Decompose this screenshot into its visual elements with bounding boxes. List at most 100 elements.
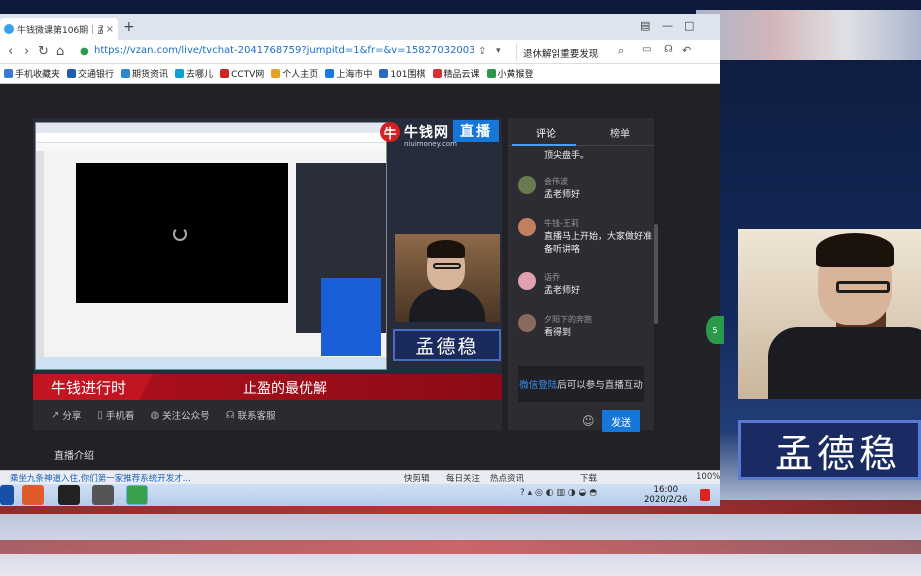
comment-panel: 评论 榜单 顶尖盘手。 会伟波 孟老师好 牛钱-王莉 直播马上开始，大家做好准备… — [508, 118, 654, 432]
host-camera-large — [738, 229, 921, 399]
site-favicon-icon — [4, 24, 14, 34]
headset-icon: ☊ — [225, 409, 235, 421]
brand-name: 牛钱网 — [404, 125, 449, 141]
undo-icon[interactable]: ↶ — [682, 44, 691, 57]
bookmark-item[interactable]: CCTV网 — [220, 67, 264, 80]
maximize-icon[interactable]: □ — [684, 19, 694, 32]
bookmark-item[interactable]: 101围棋 — [379, 67, 426, 80]
scrollbar[interactable] — [654, 224, 658, 324]
url-input[interactable]: https://vzan.com/live/tvchat-2041768759?… — [94, 45, 474, 60]
clock[interactable]: 16:00 2020/2/26 — [644, 485, 688, 505]
bookmark-item[interactable]: 交通银行 — [67, 67, 114, 80]
wechat-login-link[interactable]: 微信登陆 — [519, 377, 557, 391]
browser-window: 牛钱微课第106期｜孟德稳：... × + ▤ — □ ‹ › ↻ ⌂ ● ht… — [0, 14, 720, 506]
secure-lock-icon: ● — [80, 46, 89, 57]
search-icon[interactable]: ⌕ — [618, 44, 624, 58]
host-hair — [427, 240, 465, 258]
headphone-icon[interactable]: ☊ — [664, 44, 673, 55]
brand-domain: niuimoney.com — [404, 140, 457, 148]
topic-banner: 牛钱进行时 止盈的最优解 — [33, 374, 502, 400]
daily-follow-button[interactable]: 每日关注 — [446, 472, 480, 484]
system-tray: ? ▴ ◎ ◐ ▥ ◑ ◒ ◓ — [520, 488, 598, 498]
taskbar: ? ▴ ◎ ◐ ▥ ◑ ◒ ◓ 16:00 2020/2/26 — [0, 484, 720, 506]
notification-icon[interactable] — [700, 489, 710, 501]
bookmarks-bar: 手机收藏夹 交通银行 期货资讯 去哪儿 CCTV网 个人主页 上海市中 101围… — [0, 64, 720, 84]
bookmark-item[interactable]: 期货资讯 — [121, 67, 168, 80]
avatar — [518, 176, 536, 194]
share-button[interactable]: ↗ 分享 — [51, 408, 81, 423]
close-tab-icon[interactable]: × — [106, 24, 114, 35]
login-prompt-text: 后可以参与直播互动 — [557, 380, 643, 391]
download-button[interactable]: 下载 — [580, 472, 597, 484]
avatar — [518, 314, 536, 332]
bookmark-item[interactable]: 精品云课 — [432, 67, 480, 80]
contact-support-button[interactable]: ☊ 联系客服 — [225, 408, 276, 423]
emoji-icon[interactable]: ☺ — [582, 414, 595, 428]
background-stripe — [0, 540, 921, 554]
login-prompt: 微信登陆 后可以参与直播互动 — [518, 366, 644, 402]
taskbar-app-icon[interactable] — [22, 485, 44, 505]
bookmark-item[interactable]: 小黄猴登 — [486, 67, 534, 80]
bookmark-item[interactable]: 去哪儿 — [175, 67, 213, 80]
tab-title: 牛钱微课第106期｜孟德稳：... — [17, 25, 103, 36]
tab-comments[interactable]: 评论 — [536, 125, 556, 140]
taskbar-app-icon[interactable] — [92, 485, 114, 505]
battery-icon: ▭ — [642, 44, 652, 55]
news-ticker[interactable]: 乘坐九条神道入住,你们第一家推荐系统开发才... — [10, 472, 191, 484]
hot-news-button[interactable]: 热点资讯 — [490, 472, 524, 484]
clock-date: 2020/2/26 — [644, 495, 688, 505]
bookmark-icon — [67, 69, 77, 78]
comment-user: 牛钱-王莉 — [544, 219, 579, 228]
share-page-icon[interactable]: ⇪ — [478, 46, 486, 57]
back-icon[interactable]: ‹ — [8, 44, 13, 59]
tab-menu-icon[interactable]: ▤ — [640, 19, 650, 32]
shared-video-frame — [76, 163, 288, 303]
program-title: 牛钱进行时 — [33, 374, 153, 400]
send-button[interactable]: 发送 — [602, 410, 640, 432]
background-glow — [696, 10, 921, 60]
live-badge: 直播 — [453, 120, 499, 142]
shared-popup-menu — [321, 278, 381, 356]
home-icon[interactable]: ⌂ — [56, 44, 64, 59]
comment-tabs: 评论 榜单 — [508, 118, 654, 146]
bookmark-icon — [121, 69, 131, 78]
zoom-level[interactable]: 100% — [696, 472, 720, 482]
bookmark-item[interactable]: 个人主页 — [271, 67, 318, 80]
comment-text: 孟老师好 — [544, 286, 581, 296]
host-body — [768, 327, 921, 399]
quick-clip-button[interactable]: 快剪辑 — [404, 472, 430, 484]
dropdown-icon[interactable]: ▾ — [496, 46, 501, 56]
host-camera — [395, 234, 500, 322]
host-glasses — [433, 263, 461, 269]
forward-icon[interactable]: › — [24, 44, 29, 59]
bookmark-icon — [486, 69, 496, 78]
status-bar: 乘坐九条神道入住,你们第一家推荐系统开发才... 快剪辑 每日关注 热点资讯 下… — [0, 470, 720, 484]
refresh-icon[interactable]: ↻ — [38, 44, 49, 59]
clock-time: 16:00 — [653, 485, 679, 495]
video-actions: ↗ 分享 ▯ 手机看 ◍ 关注公众号 ☊ 联系客服 — [33, 400, 502, 430]
comment-text: 顶尖盘手。 — [544, 151, 590, 161]
video-player[interactable]: 牛 牛钱网 niuimoney.com 直播 孟德稳 牛钱进行时 止盈的最优解 — [33, 118, 502, 400]
wechat-icon: ◍ — [150, 409, 160, 421]
taskbar-app-icon[interactable] — [58, 485, 80, 505]
search-input[interactable]: 退休解읽重要发现 — [516, 43, 634, 61]
taskbar-app-icon[interactable] — [126, 485, 148, 505]
side-widget-icon[interactable]: 5 — [706, 316, 724, 344]
start-button[interactable] — [0, 485, 14, 505]
new-tab-icon[interactable]: + — [123, 19, 135, 35]
host-body — [409, 288, 485, 322]
follow-account-button[interactable]: ◍ 关注公众号 — [150, 408, 209, 423]
share-icon: ↗ — [51, 409, 60, 421]
bookmark-icon — [175, 69, 185, 78]
bookmark-item[interactable]: 上海市中 — [325, 67, 372, 80]
minimize-icon[interactable]: — — [662, 19, 673, 32]
bookmark-item[interactable]: 手机收藏夹 — [4, 67, 60, 80]
live-intro-heading[interactable]: 直播介绍 — [54, 447, 94, 462]
tab-active[interactable]: 牛钱微课第106期｜孟德稳：... × — [0, 18, 118, 40]
mobile-view-button[interactable]: ▯ 手机看 — [97, 408, 134, 423]
tab-ranking[interactable]: 榜单 — [610, 125, 630, 140]
phone-icon: ▯ — [97, 409, 103, 421]
comment-user: 会伟波 — [544, 177, 568, 186]
brand-mark-icon: 牛 — [380, 122, 400, 142]
shared-screen — [35, 122, 387, 370]
